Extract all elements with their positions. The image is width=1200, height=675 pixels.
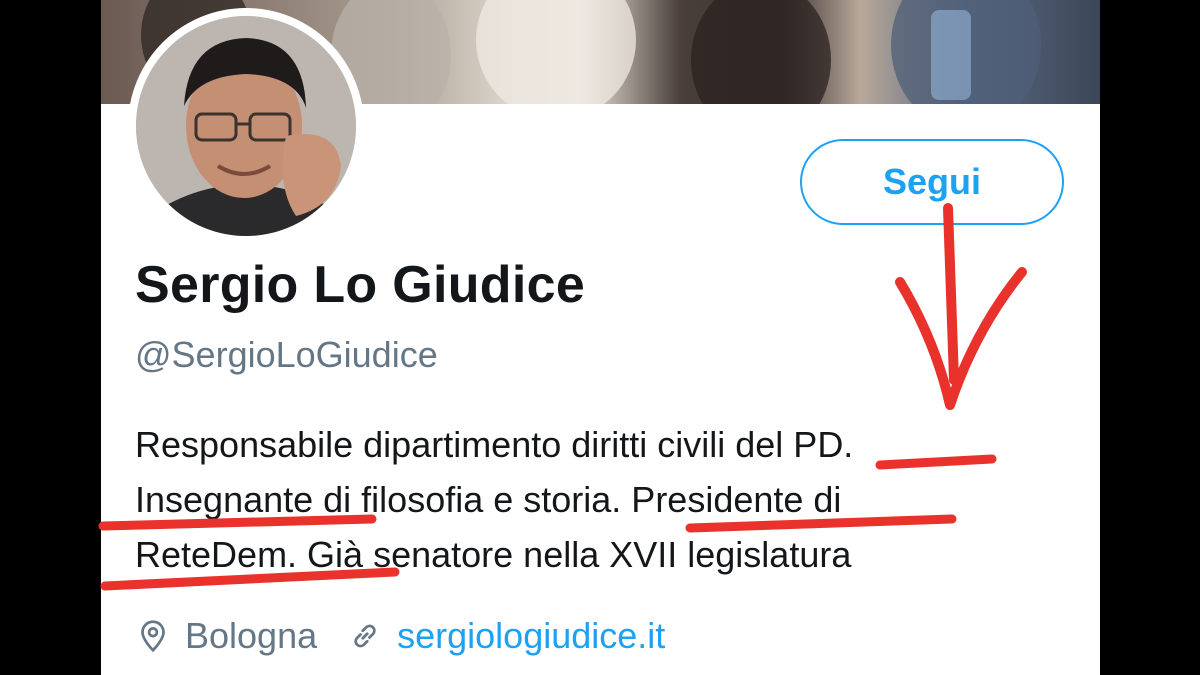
avatar-photo	[136, 16, 356, 236]
follow-button-label: Segui	[882, 161, 981, 202]
bio-line: Insegnante di filosofia e storia. Presid…	[135, 479, 842, 520]
profile-handle: @SergioLoGiudice	[135, 334, 438, 375]
profile-card: Segui Sergio Lo Giudice @SergioLoGiudice…	[101, 0, 1100, 675]
screenshot-frame: Segui Sergio Lo Giudice @SergioLoGiudice…	[0, 0, 1200, 675]
bio-line: ReteDem. Già senatore nella XVII legisla…	[135, 534, 852, 575]
link-icon	[347, 618, 383, 654]
bio-line: Responsabile dipartimento diritti civili…	[135, 424, 854, 465]
profile-location: Bologna	[185, 615, 318, 656]
profile-website-link[interactable]: sergiologiudice.it	[397, 615, 665, 657]
location-pin-icon	[135, 618, 171, 654]
follow-button[interactable]: Segui	[800, 139, 1064, 225]
profile-meta-row: Bologna sergiologiudice.it	[135, 615, 665, 657]
avatar[interactable]	[136, 16, 356, 236]
profile-bio: Responsabile dipartimento diritti civili…	[135, 417, 1035, 582]
profile-display-name: Sergio Lo Giudice	[135, 256, 586, 314]
